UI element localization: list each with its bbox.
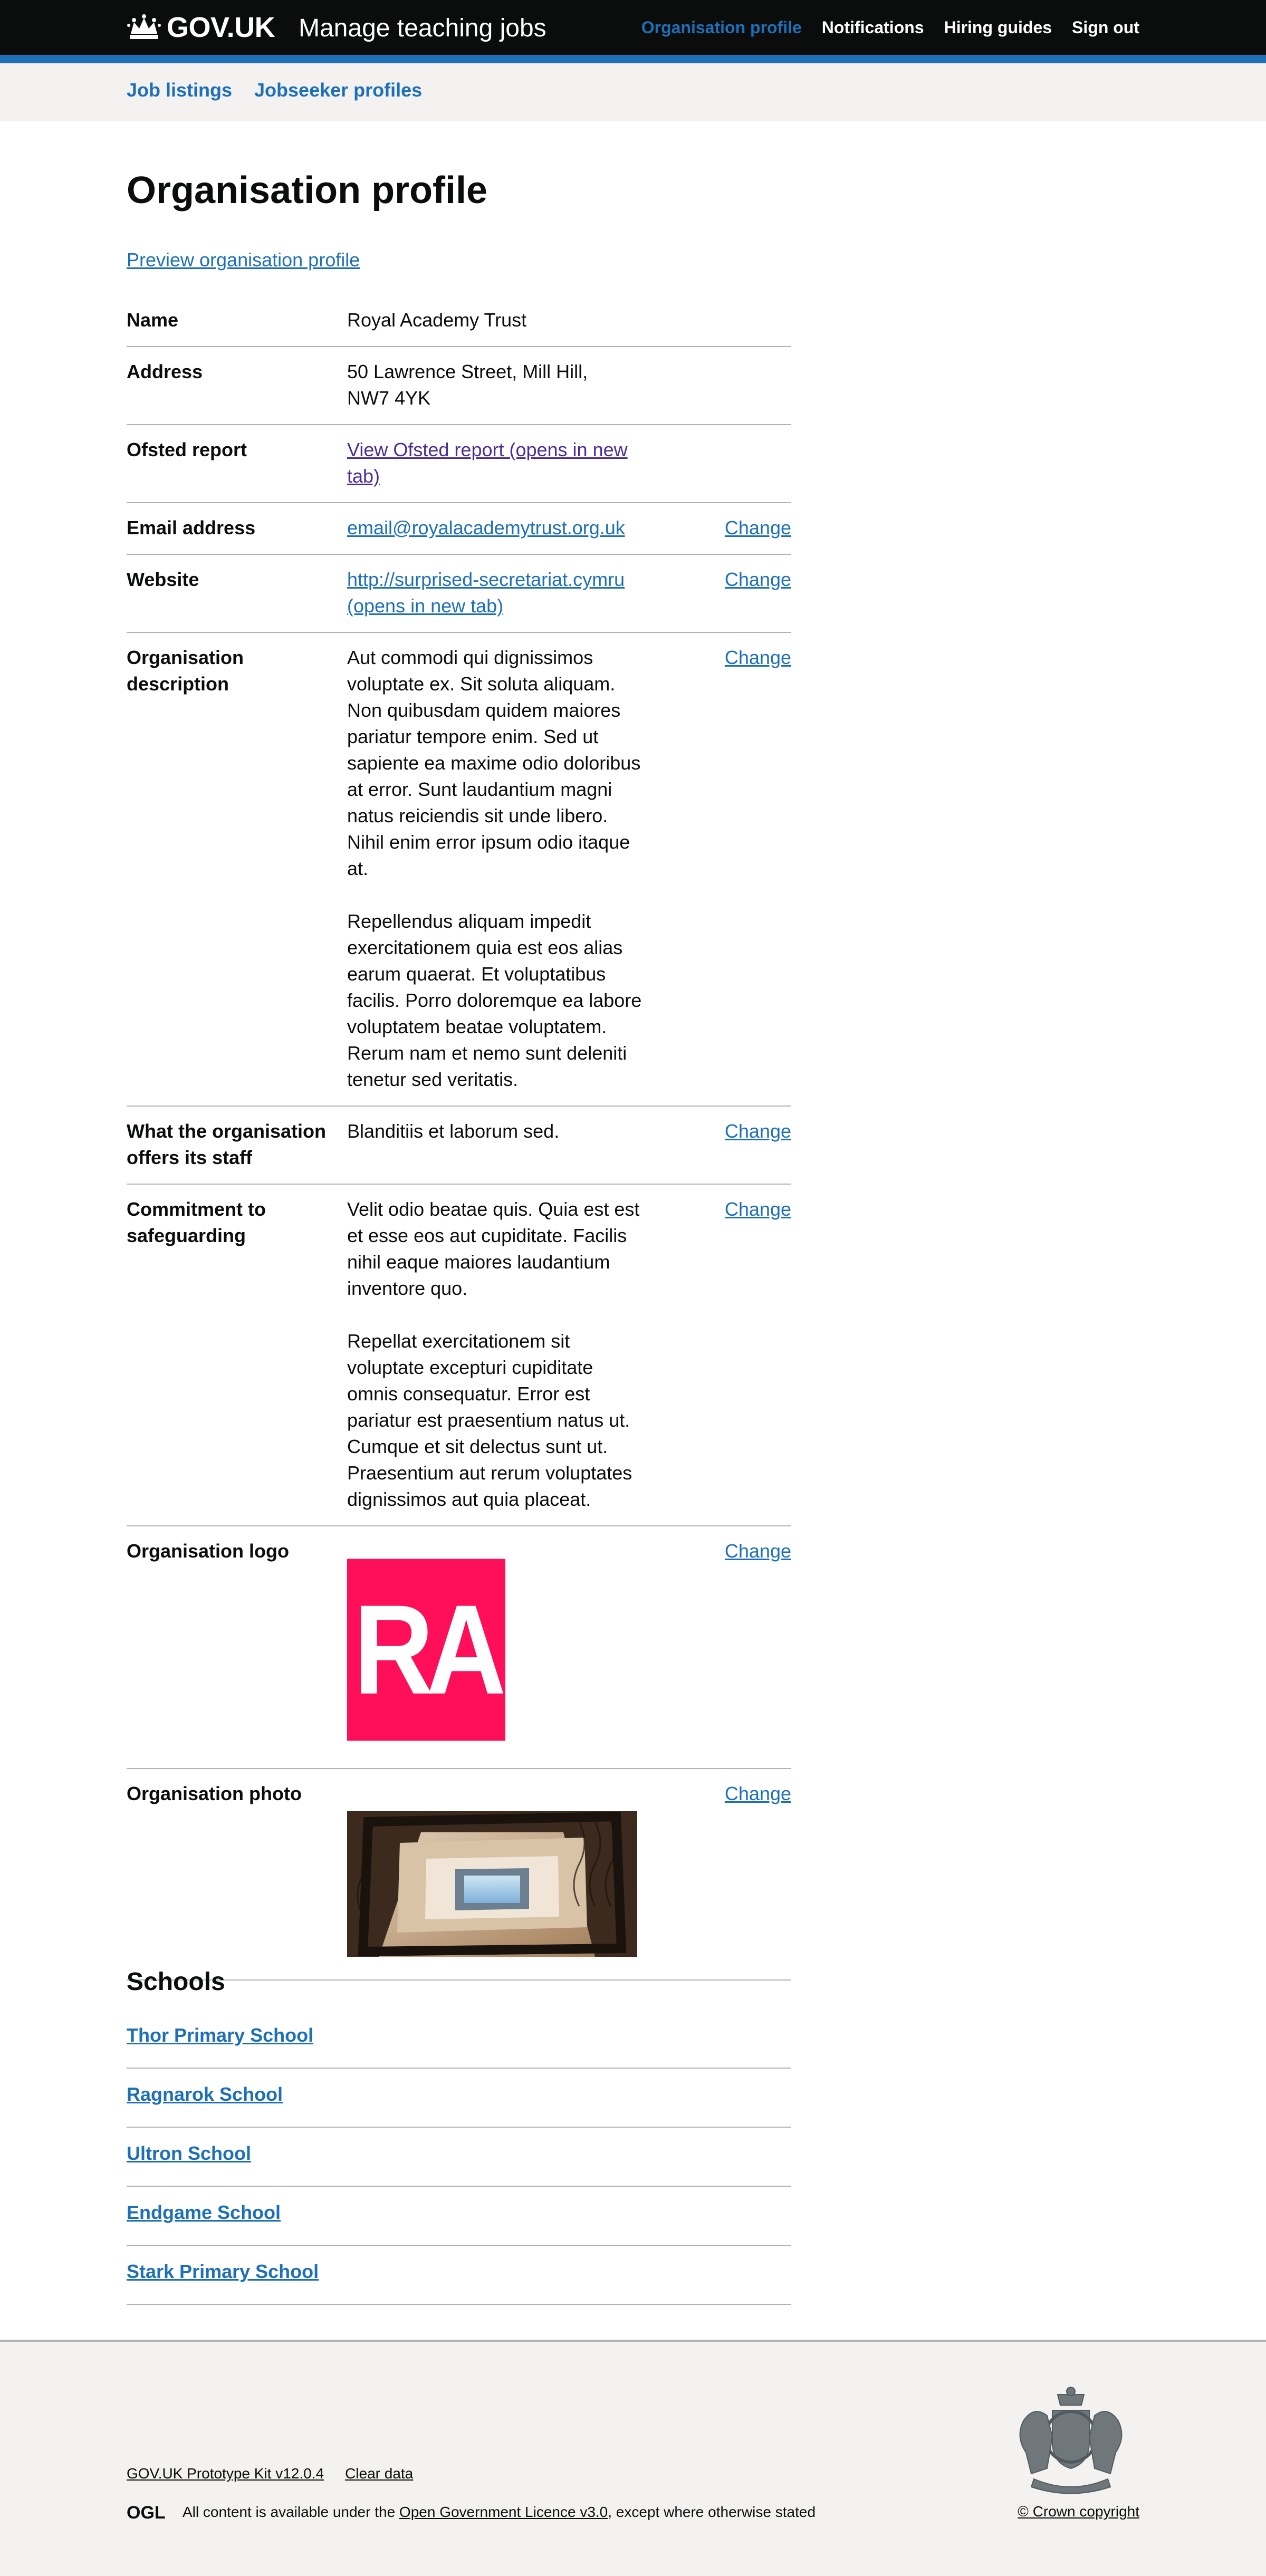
clear-data-link[interactable]: Clear data — [345, 2465, 413, 2482]
organisation-logo-image: RA — [347, 1559, 506, 1741]
change-photo-link[interactable]: Change — [725, 1783, 791, 1804]
school-link[interactable]: Endgame School — [127, 2202, 281, 2223]
summary-value: Aut commodi qui dignissimos voluptate ex… — [347, 647, 642, 1090]
ogl-logo-icon: OGL — [127, 2503, 166, 2521]
header-stripe — [0, 55, 1266, 63]
school-link[interactable]: Ultron School — [127, 2142, 251, 2164]
prototype-kit-link[interactable]: GOV.UK Prototype Kit v12.0.4 — [127, 2465, 324, 2482]
royal-coat-of-arms-icon — [1019, 2387, 1123, 2494]
organisation-summary-list: Name Royal Academy Trust Address 50 Lawr… — [127, 295, 791, 1981]
summary-key: What the organisation offers its staff — [127, 1120, 326, 1168]
crown-copyright-link[interactable]: © Crown copyright — [1018, 2503, 1139, 2520]
summary-value: Blanditiis et laborum sed. — [347, 1120, 560, 1142]
summary-row-email: Email address email@royalacademytrust.or… — [127, 503, 791, 555]
crown-icon — [127, 14, 161, 39]
summary-row-ofsted: Ofsted report View Ofsted report (opens … — [127, 425, 791, 503]
summary-key: Name — [127, 309, 179, 331]
list-item: Ragnarok School — [127, 2069, 791, 2128]
summary-key: Commitment to safeguarding — [127, 1198, 266, 1246]
summary-key: Organisation photo — [127, 1783, 302, 1804]
summary-row-address: Address 50 Lawrence Street, Mill Hill, N… — [127, 347, 791, 425]
service-name[interactable]: Manage teaching jobs — [299, 13, 546, 44]
nav-organisation-profile[interactable]: Organisation profile — [641, 18, 802, 37]
nav-notifications[interactable]: Notifications — [822, 18, 924, 37]
summary-row-name: Name Royal Academy Trust — [127, 295, 791, 347]
summary-value: 50 Lawrence Street, Mill Hill, NW7 4YK — [347, 361, 588, 409]
list-item: Thor Primary School — [127, 2010, 791, 2069]
ofsted-report-link[interactable]: View Ofsted report (opens in new tab) — [347, 439, 628, 487]
page-title: Organisation profile — [127, 169, 488, 212]
summary-key: Ofsted report — [127, 439, 247, 460]
site-header: GOV.UK Manage teaching jobs Organisation… — [0, 0, 1266, 55]
summary-row-website: Website http://surprised-secretariat.cym… — [127, 555, 791, 633]
preview-organisation-profile-link[interactable]: Preview organisation profile — [127, 249, 360, 271]
change-logo-link[interactable]: Change — [725, 1540, 791, 1562]
nav-hiring-guides[interactable]: Hiring guides — [944, 18, 1052, 37]
summary-key: Organisation description — [127, 647, 244, 695]
site-footer: GOV.UK Prototype Kit v12.0.4 Clear data … — [0, 2340, 1266, 2576]
summary-value: Velit odio beatae quis. Quia est est et … — [347, 1198, 640, 1510]
list-item: Endgame School — [127, 2187, 791, 2246]
school-link[interactable]: Ragnarok School — [127, 2083, 283, 2105]
govuk-logo[interactable]: GOV.UK — [127, 12, 275, 43]
summary-key: Organisation logo — [127, 1540, 290, 1562]
summary-row-logo: Organisation logo RA Change — [127, 1526, 791, 1769]
list-item: Stark Primary School — [127, 2246, 791, 2305]
change-description-link[interactable]: Change — [725, 647, 791, 668]
nav-sign-out[interactable]: Sign out — [1072, 18, 1139, 37]
footer-licence: OGL All content is available under the O… — [127, 2503, 816, 2521]
svg-text:OGL: OGL — [127, 2503, 166, 2521]
school-link[interactable]: Stark Primary School — [127, 2261, 319, 2282]
summary-key: Email address — [127, 517, 256, 539]
summary-row-safeguarding: Commitment to safeguarding Velit odio be… — [127, 1185, 791, 1526]
summary-key: Website — [127, 569, 199, 590]
subnav-jobseeker-profiles[interactable]: Jobseeker profiles — [254, 79, 422, 101]
subnav-job-listings[interactable]: Job listings — [127, 79, 232, 101]
licence-suffix: , except where otherwise stated — [608, 2504, 816, 2520]
logo-text: GOV.UK — [167, 12, 275, 43]
summary-row-description: Organisation description Aut commodi qui… — [127, 633, 791, 1107]
change-safeguarding-link[interactable]: Change — [725, 1198, 791, 1220]
change-email-link[interactable]: Change — [725, 517, 791, 539]
schools-heading: Schools — [127, 1968, 225, 1996]
sub-navigation: Job listings Jobseeker profiles — [0, 63, 1266, 121]
licence-prefix: All content is available under the — [183, 2504, 399, 2520]
summary-row-photo: Organisation photo Change — [127, 1769, 791, 1981]
schools-list: Thor Primary School Ragnarok School Ultr… — [127, 2010, 791, 2305]
summary-key: Address — [127, 361, 203, 382]
email-link[interactable]: email@royalacademytrust.org.uk — [347, 517, 625, 539]
footer-links: GOV.UK Prototype Kit v12.0.4 Clear data — [127, 2465, 413, 2482]
change-offers-link[interactable]: Change — [725, 1120, 791, 1142]
summary-value: Royal Academy Trust — [347, 309, 527, 331]
change-website-link[interactable]: Change — [725, 569, 791, 590]
school-link[interactable]: Thor Primary School — [127, 2024, 313, 2046]
organisation-photo-image — [347, 1811, 637, 1957]
summary-row-offers: What the organisation offers its staff B… — [127, 1107, 791, 1185]
header-navigation: Organisation profile Notifications Hirin… — [641, 18, 1139, 37]
open-government-licence-link[interactable]: Open Government Licence v3.0 — [399, 2504, 608, 2521]
list-item: Ultron School — [127, 2128, 791, 2187]
website-link[interactable]: http://surprised-secretariat.cymru (open… — [347, 569, 625, 617]
